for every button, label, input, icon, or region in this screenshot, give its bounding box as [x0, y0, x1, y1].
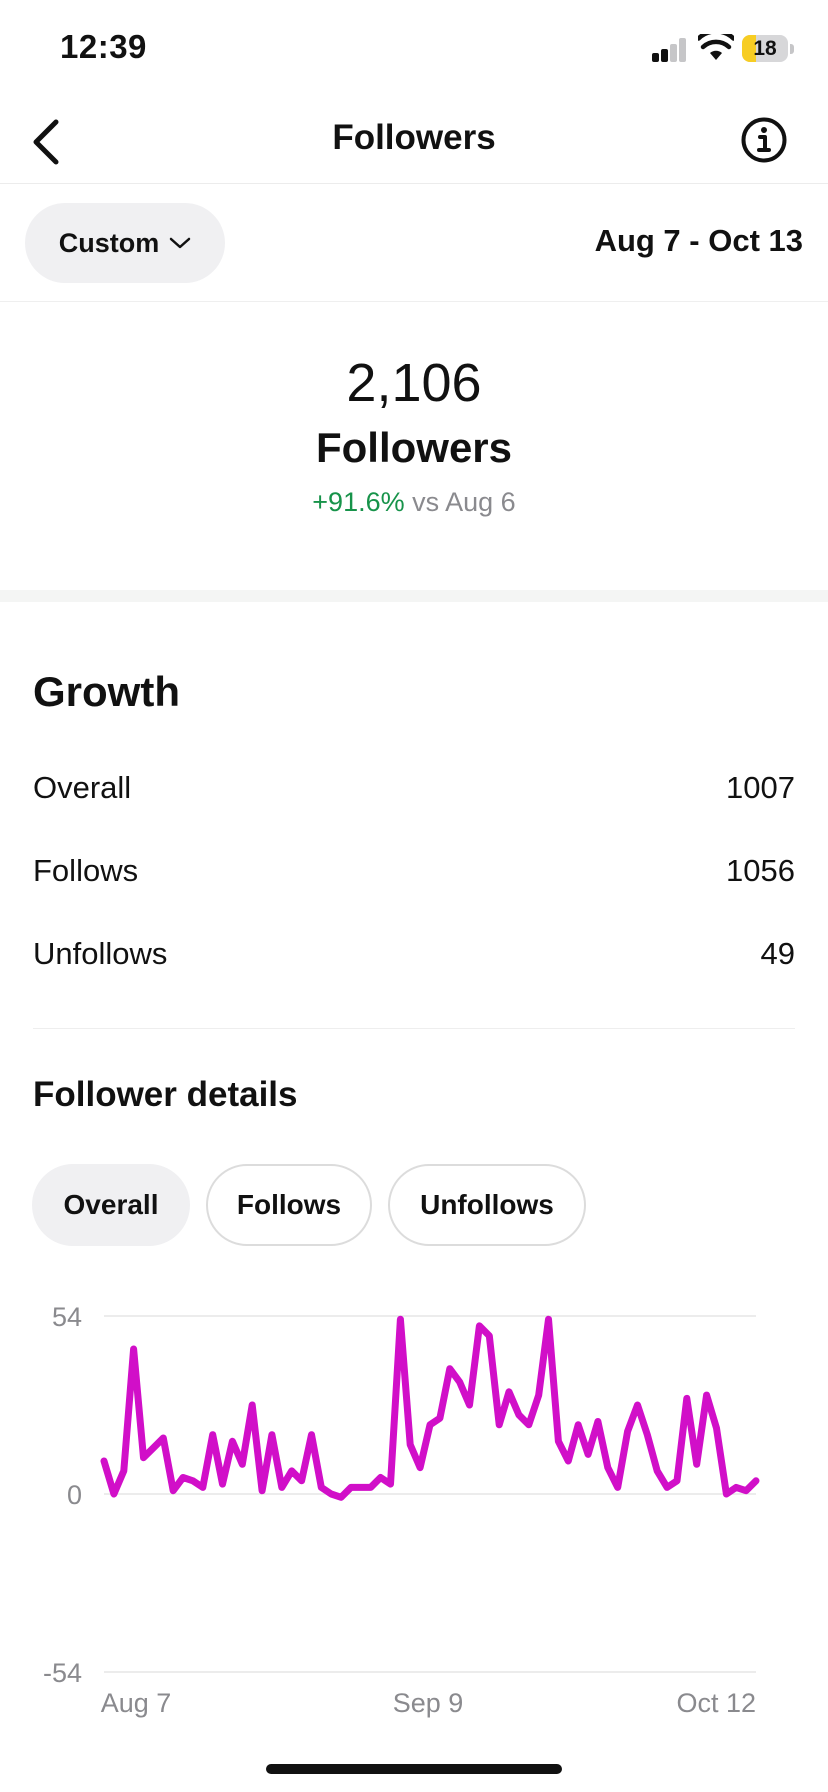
divider [33, 1028, 795, 1029]
growth-row-follows: Follows 1056 [33, 853, 795, 903]
growth-value: 1056 [726, 853, 795, 888]
series-line [100, 1315, 760, 1501]
cellular-signal-icon [652, 38, 688, 62]
page-title: Followers [332, 118, 496, 157]
growth-heading: Growth [33, 668, 180, 715]
follower-count-label: Followers [315, 424, 513, 471]
y-tick-label: 54 [52, 1302, 82, 1332]
growth-value: 1007 [726, 770, 795, 805]
info-button[interactable] [740, 116, 788, 164]
growth-label: Follows [33, 853, 139, 888]
battery-cap [790, 44, 794, 54]
status-time: 12:39 [60, 28, 147, 65]
growth-label: Overall [33, 770, 132, 805]
battery-icon: 18 [742, 35, 788, 62]
home-indicator [266, 1764, 562, 1774]
date-range-dropdown[interactable]: Custom [25, 203, 225, 283]
y-tick-label: 0 [67, 1480, 82, 1510]
growth-value: 49 [760, 936, 795, 971]
dropdown-label: Custom [58, 227, 160, 258]
y-tick-label: -54 [43, 1658, 82, 1688]
wifi-icon [698, 34, 734, 60]
follower-details-heading: Follower details [33, 1075, 298, 1114]
nav-header: Followers [0, 100, 828, 184]
change-line: +91.6% vs Aug 6 [0, 487, 828, 518]
chevron-down-icon [170, 237, 191, 249]
info-circle-icon [741, 117, 787, 163]
tab-unfollows[interactable]: Unfollows [388, 1164, 586, 1246]
x-tick-label: Oct 12 [676, 1688, 756, 1718]
x-tick-label: Sep 9 [393, 1688, 464, 1718]
change-percentage: +91.6% [312, 487, 405, 517]
battery-percentage: 18 [753, 37, 777, 60]
followers-summary: 2,106 Followers +91.6% vs Aug 6 [0, 302, 828, 590]
follower-count: 2,106 [346, 353, 482, 413]
follower-line-chart: 54 0 -54 Aug 7 Sep 9 Oct 12 [43, 1302, 760, 1718]
status-bar: 12:39 18 [0, 0, 828, 100]
tab-follows[interactable]: Follows [206, 1164, 372, 1246]
growth-row-unfollows: Unfollows 49 [33, 936, 795, 986]
date-range-text: Aug 7 - Oct 13 [594, 223, 803, 258]
section-divider [0, 590, 828, 602]
x-tick-label: Aug 7 [101, 1688, 172, 1718]
change-comparison: vs Aug 6 [412, 487, 516, 517]
tab-overall[interactable]: Overall [32, 1164, 190, 1246]
growth-row-overall: Overall 1007 [33, 770, 795, 820]
date-filter-row: Custom Aug 7 - Oct 13 [0, 185, 828, 302]
growth-label: Unfollows [33, 936, 168, 971]
